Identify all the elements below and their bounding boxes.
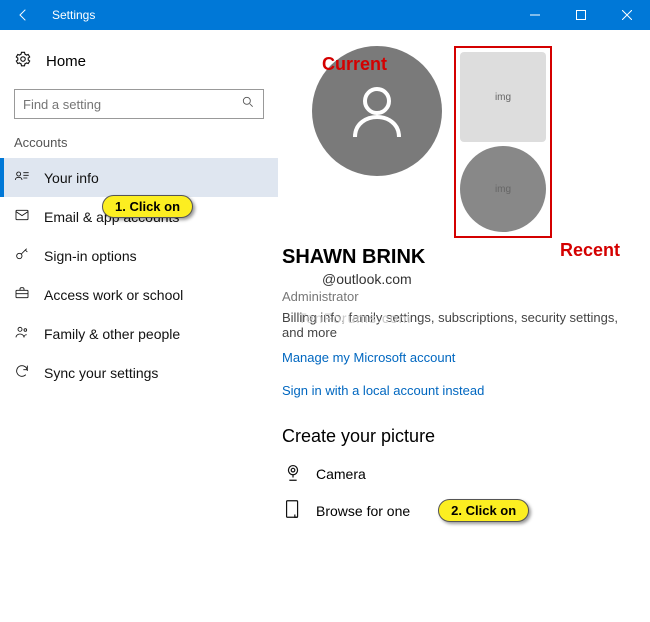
gear-icon [14, 50, 32, 73]
annotation-current: Current [322, 54, 387, 75]
browse-label: Browse for one [316, 503, 410, 519]
key-icon [14, 246, 30, 265]
search-icon [241, 95, 255, 114]
person-icon [345, 79, 409, 143]
sidebar-section-title: Accounts [0, 133, 278, 158]
camera-label: Camera [316, 466, 366, 482]
camera-icon [282, 461, 304, 486]
camera-option[interactable]: Camera [282, 461, 640, 486]
manage-account-link[interactable]: Manage my Microsoft account [282, 350, 640, 365]
person-card-icon [14, 168, 30, 187]
profile-email: @outlook.com [282, 271, 640, 287]
sidebar-item-your-info[interactable]: Your info [0, 158, 278, 197]
minimize-button[interactable] [512, 0, 558, 30]
home-label: Home [46, 53, 86, 70]
local-account-link[interactable]: Sign in with a local account instead [282, 383, 640, 398]
home-nav[interactable]: Home [0, 44, 278, 89]
browse-icon [282, 498, 304, 523]
create-picture-heading: Create your picture [282, 426, 640, 447]
search-input[interactable] [14, 89, 264, 119]
annotation-recent: Recent [560, 240, 620, 261]
sidebar-item-label: Access work or school [44, 287, 183, 303]
main-pane: Current img img Recent SHAWN BRINK @outl… [278, 30, 650, 622]
sidebar-item-signin[interactable]: Sign-in options [0, 236, 278, 275]
recent-picture-1[interactable]: img [460, 52, 546, 142]
sidebar-item-label: Your info [44, 170, 99, 186]
recent-picture-2[interactable]: img [460, 146, 546, 232]
search-field[interactable] [23, 97, 241, 112]
mail-icon [14, 207, 30, 226]
callout-2: 2. Click on [438, 499, 529, 522]
recent-pictures-box: img img [454, 46, 552, 238]
titlebar: Settings [0, 0, 650, 30]
sidebar-item-sync[interactable]: Sync your settings [0, 353, 278, 392]
sidebar: Home Accounts Your info Email & app acco… [0, 30, 278, 622]
window-title: Settings [48, 8, 95, 22]
sidebar-item-family[interactable]: Family & other people [0, 314, 278, 353]
sidebar-item-label: Family & other people [44, 326, 180, 342]
profile-role: Administrator [282, 289, 640, 304]
briefcase-icon [14, 285, 30, 304]
sidebar-item-work-school[interactable]: Access work or school [0, 275, 278, 314]
back-button[interactable] [0, 0, 48, 30]
browse-option[interactable]: Browse for one 2. Click on [282, 498, 640, 523]
profile-description: Billing info, family settings, subscript… [282, 310, 622, 340]
maximize-button[interactable] [558, 0, 604, 30]
sidebar-item-label: Sign-in options [44, 248, 137, 264]
sync-icon [14, 363, 30, 382]
close-button[interactable] [604, 0, 650, 30]
sidebar-item-label: Sync your settings [44, 365, 158, 381]
callout-1: 1. Click on [102, 195, 193, 218]
people-icon [14, 324, 30, 343]
